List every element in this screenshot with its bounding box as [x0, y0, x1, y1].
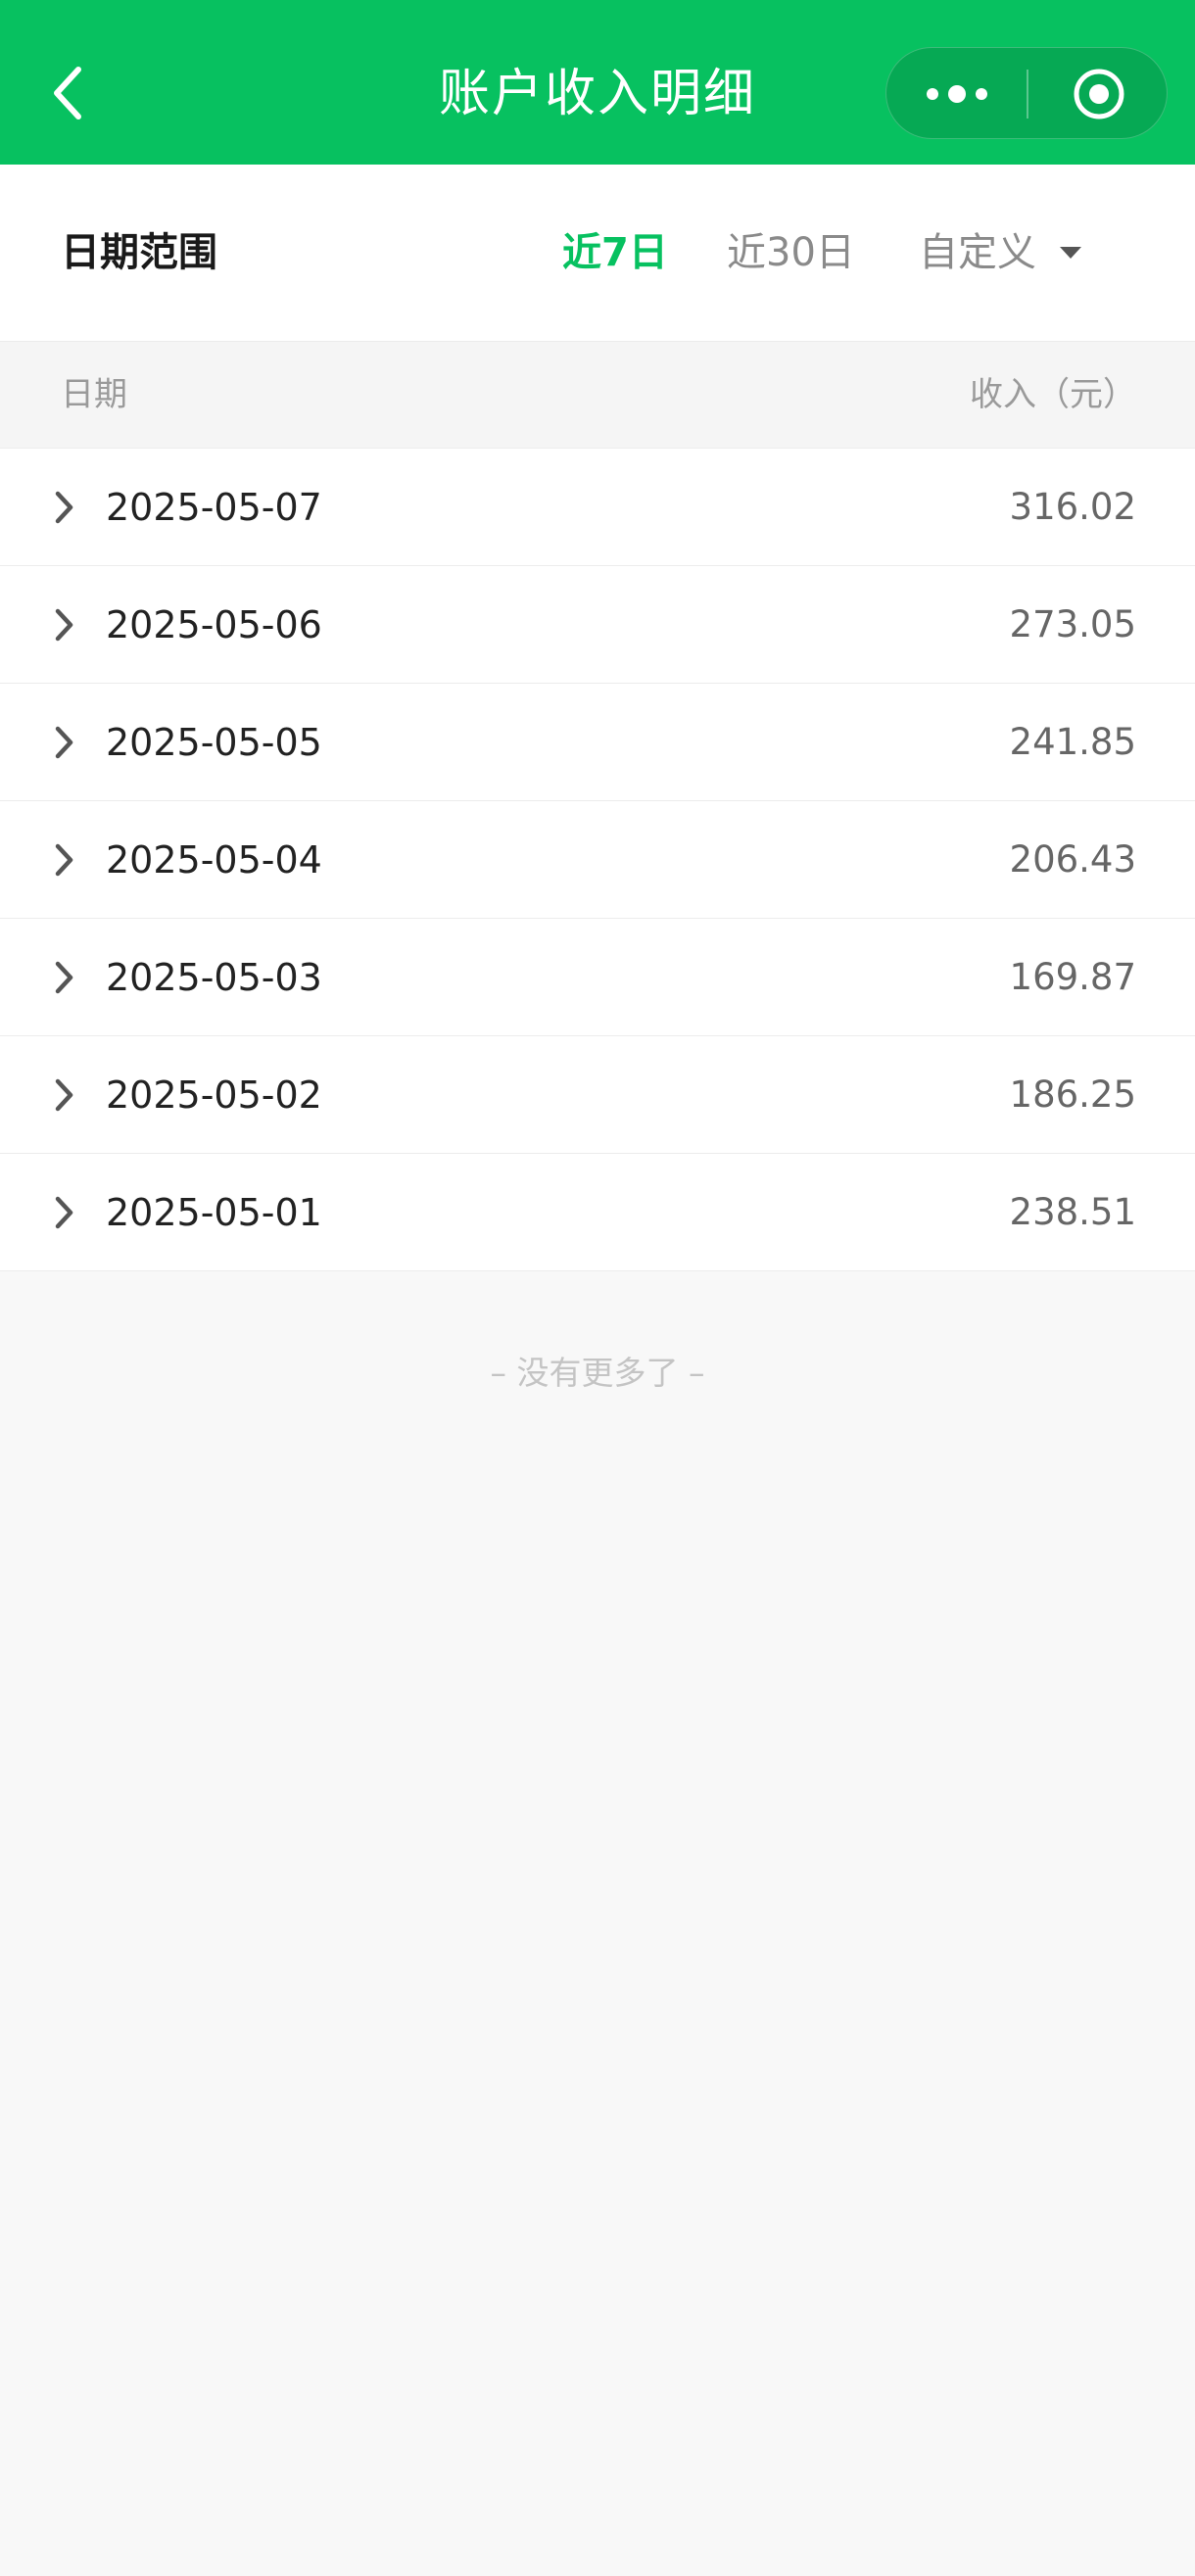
more-dots-icon — [926, 85, 987, 103]
filter-option-custom[interactable]: 自定义 — [919, 219, 1083, 286]
nav-bar: 账户收入明细 — [0, 0, 1195, 165]
chevron-right-icon — [49, 1191, 78, 1234]
chevron-right-icon — [49, 486, 78, 529]
table-row[interactable]: 2025-05-01 238.51 — [0, 1154, 1195, 1271]
more-button[interactable] — [886, 48, 1027, 140]
target-circle-icon — [1074, 69, 1123, 119]
filter-option-7-days[interactable]: 近7日 — [562, 219, 668, 286]
chevron-right-icon — [49, 838, 78, 882]
table-header: 日期 收入（元） — [0, 341, 1195, 449]
column-header-date: 日期 — [61, 375, 127, 414]
row-date: 2025-05-01 — [106, 1191, 322, 1234]
date-range-filter: 日期范围 近7日 近30日 自定义 — [0, 165, 1195, 341]
capsule-menu — [885, 47, 1168, 139]
chevron-right-icon — [49, 1073, 78, 1117]
row-amount: 273.05 — [1009, 603, 1136, 645]
table-row[interactable]: 2025-05-07 316.02 — [0, 449, 1195, 566]
row-amount: 186.25 — [1009, 1073, 1136, 1116]
column-header-income: 收入（元） — [970, 375, 1136, 414]
table-row[interactable]: 2025-05-06 273.05 — [0, 566, 1195, 684]
row-date: 2025-05-06 — [106, 603, 322, 646]
row-amount: 206.43 — [1009, 838, 1136, 881]
table-row[interactable]: 2025-05-04 206.43 — [0, 801, 1195, 919]
filter-option-custom-label: 自定义 — [919, 230, 1036, 275]
row-date: 2025-05-03 — [106, 956, 322, 999]
filter-label: 日期范围 — [61, 230, 217, 275]
filter-option-30-days[interactable]: 近30日 — [727, 219, 855, 286]
chevron-right-icon — [49, 721, 78, 764]
chevron-right-icon — [49, 603, 78, 646]
income-list: 2025-05-07 316.02 2025-05-06 273.05 2025… — [0, 449, 1195, 1271]
row-date: 2025-05-02 — [106, 1073, 322, 1117]
table-row[interactable]: 2025-05-05 241.85 — [0, 684, 1195, 801]
row-amount: 169.87 — [1009, 956, 1136, 998]
row-date: 2025-05-05 — [106, 721, 322, 764]
page: 账户收入明细 日期范围 近7日 近30日 自定义 日期 收入（元） 2025-0… — [0, 0, 1195, 2576]
chevron-right-icon — [49, 956, 78, 999]
row-date: 2025-05-04 — [106, 838, 322, 882]
caret-down-icon — [1060, 247, 1081, 259]
row-amount: 238.51 — [1009, 1191, 1136, 1233]
table-row[interactable]: 2025-05-02 186.25 — [0, 1036, 1195, 1154]
row-amount: 316.02 — [1009, 486, 1136, 528]
row-amount: 241.85 — [1009, 721, 1136, 763]
row-date: 2025-05-07 — [106, 486, 322, 529]
close-miniprogram-button[interactable] — [1028, 48, 1169, 140]
table-row[interactable]: 2025-05-03 169.87 — [0, 919, 1195, 1036]
no-more-text: – 没有更多了 – — [490, 1354, 705, 1392]
